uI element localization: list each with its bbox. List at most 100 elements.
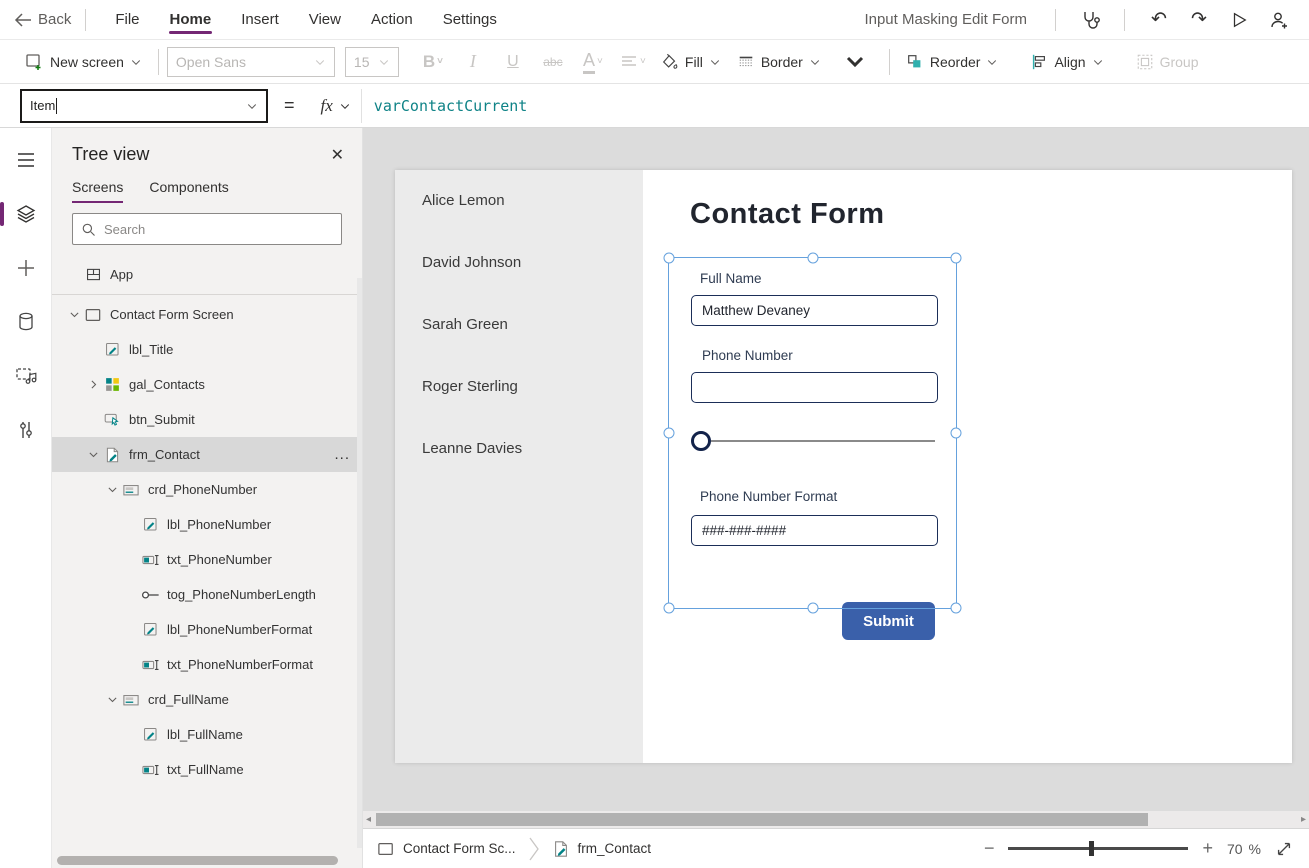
chevron-down-icon[interactable] <box>66 308 82 321</box>
advanced-tools-icon[interactable] <box>6 410 46 450</box>
tree-item-crd_phonenumber[interactable]: crd_PhoneNumber <box>52 472 362 507</box>
breadcrumb-screen[interactable]: Contact Form Sc... <box>377 841 516 857</box>
scrollbar-thumb[interactable] <box>376 813 1148 826</box>
border-button[interactable]: Border <box>729 46 829 78</box>
back-button[interactable]: Back <box>14 11 71 28</box>
fit-to-window-icon[interactable] <box>1275 840 1293 858</box>
tab-screens[interactable]: Screens <box>72 179 123 203</box>
italic-button[interactable]: I <box>453 46 493 78</box>
chevron-down-icon <box>986 56 998 68</box>
resize-handle-bottom-left[interactable] <box>664 603 675 614</box>
tree-horizontal-scrollbar[interactable] <box>57 856 338 865</box>
canvas-horizontal-scrollbar[interactable]: ◂ ▸ <box>363 810 1309 828</box>
resize-handle-top-left[interactable] <box>664 253 675 264</box>
font-family-value: Open Sans <box>176 54 246 70</box>
tree-item-crd_fullname[interactable]: crd_FullName <box>52 682 362 717</box>
tree-item-txt_phonenumberformat[interactable]: txt_PhoneNumberFormat <box>52 647 362 682</box>
media-icon[interactable] <box>6 356 46 396</box>
app-checker-icon[interactable] <box>1070 4 1110 36</box>
submit-button[interactable]: Submit <box>842 602 935 640</box>
data-sources-icon[interactable] <box>6 302 46 342</box>
tree-item-tog_phonenumberlength[interactable]: tog_PhoneNumberLength <box>52 577 362 612</box>
tree-item-txt_phonenumber[interactable]: txt_PhoneNumber <box>52 542 362 577</box>
gallery-item[interactable]: Roger Sterling <box>395 378 643 440</box>
menu-item-home[interactable]: Home <box>155 0 227 39</box>
zoom-out-button[interactable]: − <box>984 838 995 859</box>
breadcrumb-control[interactable]: frm_Contact <box>552 840 652 858</box>
zoom-slider-thumb[interactable] <box>1089 841 1094 856</box>
zoom-slider[interactable] <box>1008 847 1188 850</box>
zoom-in-button[interactable]: + <box>1202 838 1213 859</box>
chevron-down-icon[interactable] <box>104 693 120 706</box>
tree-item-label: frm_Contact <box>129 447 200 462</box>
tree-item-btn_submit[interactable]: btn_Submit <box>52 402 362 437</box>
insert-plus-icon[interactable] <box>6 248 46 288</box>
menu-item-insert[interactable]: Insert <box>226 0 294 39</box>
menu-item-view[interactable]: View <box>294 0 356 39</box>
menu-item-file[interactable]: File <box>100 0 154 39</box>
scroll-left-arrow-icon[interactable]: ◂ <box>366 814 371 825</box>
resize-handle-mid-left[interactable] <box>664 428 675 439</box>
gallery-item[interactable]: David Johnson <box>395 254 643 316</box>
redo-icon[interactable]: ↷ <box>1179 4 1219 36</box>
search-input[interactable] <box>104 222 333 237</box>
text-align-button[interactable]: ˅ <box>613 46 653 78</box>
align-button[interactable]: Align <box>1022 46 1111 78</box>
tree-item-lbl_phonenumber[interactable]: lbl_PhoneNumber <box>52 507 362 542</box>
share-user-icon[interactable] <box>1259 4 1299 36</box>
chevron-down-icon[interactable] <box>104 483 120 496</box>
reorder-icon <box>906 53 924 71</box>
resize-handle-top-mid[interactable] <box>807 253 818 264</box>
close-icon[interactable]: ✕ <box>331 145 344 165</box>
tree-item-txt_fullname[interactable]: txt_FullName <box>52 752 362 787</box>
property-select[interactable]: Item <box>20 89 268 123</box>
chevron-down-icon[interactable] <box>85 448 101 461</box>
font-size-select[interactable]: 15 <box>345 47 399 77</box>
tree-item-contact form screen[interactable]: Contact Form Screen <box>52 297 362 332</box>
formula-input[interactable]: varContactCurrent <box>374 97 528 115</box>
reorder-button[interactable]: Reorder <box>898 46 1007 78</box>
fx-dropdown[interactable]: fx <box>311 89 362 123</box>
more-options-icon[interactable]: ... <box>334 446 350 463</box>
gallery-item[interactable]: Sarah Green <box>395 316 643 378</box>
phone-format-input[interactable]: ###-###-#### <box>691 515 938 546</box>
preview-play-icon[interactable] <box>1219 4 1259 36</box>
new-screen-button[interactable]: New screen <box>16 46 150 78</box>
toggle-slider-knob[interactable] <box>691 431 711 451</box>
toggle-slider-track[interactable] <box>711 440 935 442</box>
app-screen[interactable]: Alice LemonDavid JohnsonSarah GreenRoger… <box>395 170 1292 763</box>
resize-handle-mid-right[interactable] <box>951 428 962 439</box>
resize-handle-bottom-right[interactable] <box>951 603 962 614</box>
tree-item-frm_contact[interactable]: frm_Contact... <box>52 437 362 472</box>
gallery-item[interactable]: Alice Lemon <box>395 192 643 254</box>
resize-handle-bottom-mid[interactable] <box>807 603 818 614</box>
phone-number-input[interactable] <box>691 372 938 403</box>
tree-view-rail-icon[interactable] <box>6 194 46 234</box>
chevron-right-icon[interactable] <box>85 378 101 391</box>
font-family-select[interactable]: Open Sans <box>167 47 335 77</box>
more-formatting-button[interactable] <box>835 46 875 78</box>
tree-item-lbl_title[interactable]: lbl_Title <box>52 332 362 367</box>
full-name-input[interactable]: Matthew Devaney <box>691 295 938 326</box>
group-button[interactable]: Group <box>1128 46 1207 78</box>
resize-handle-top-right[interactable] <box>951 253 962 264</box>
bold-button[interactable]: B˅ <box>413 46 453 78</box>
strikethrough-button[interactable]: abc <box>533 46 573 78</box>
undo-icon[interactable]: ↶ <box>1139 4 1179 36</box>
tab-components[interactable]: Components <box>149 179 228 203</box>
tree-vertical-scrollbar[interactable] <box>357 278 362 848</box>
fill-button[interactable]: Fill <box>653 46 729 78</box>
tree-search-box[interactable] <box>72 213 342 245</box>
underline-button[interactable]: U <box>493 46 533 78</box>
gallery-item[interactable]: Leanne Davies <box>395 440 643 502</box>
scroll-right-arrow-icon[interactable]: ▸ <box>1301 814 1306 825</box>
hamburger-menu-icon[interactable] <box>6 140 46 180</box>
menu-item-action[interactable]: Action <box>356 0 428 39</box>
tree-item-lbl_phonenumberformat[interactable]: lbl_PhoneNumberFormat <box>52 612 362 647</box>
tree-item-gal_contacts[interactable]: gal_Contacts <box>52 367 362 402</box>
tree-item-app[interactable]: App <box>52 257 362 292</box>
font-color-button[interactable]: A˅ <box>573 46 613 78</box>
menu-item-settings[interactable]: Settings <box>428 0 512 39</box>
full-name-label: Full Name <box>700 271 762 286</box>
tree-item-lbl_fullname[interactable]: lbl_FullName <box>52 717 362 752</box>
